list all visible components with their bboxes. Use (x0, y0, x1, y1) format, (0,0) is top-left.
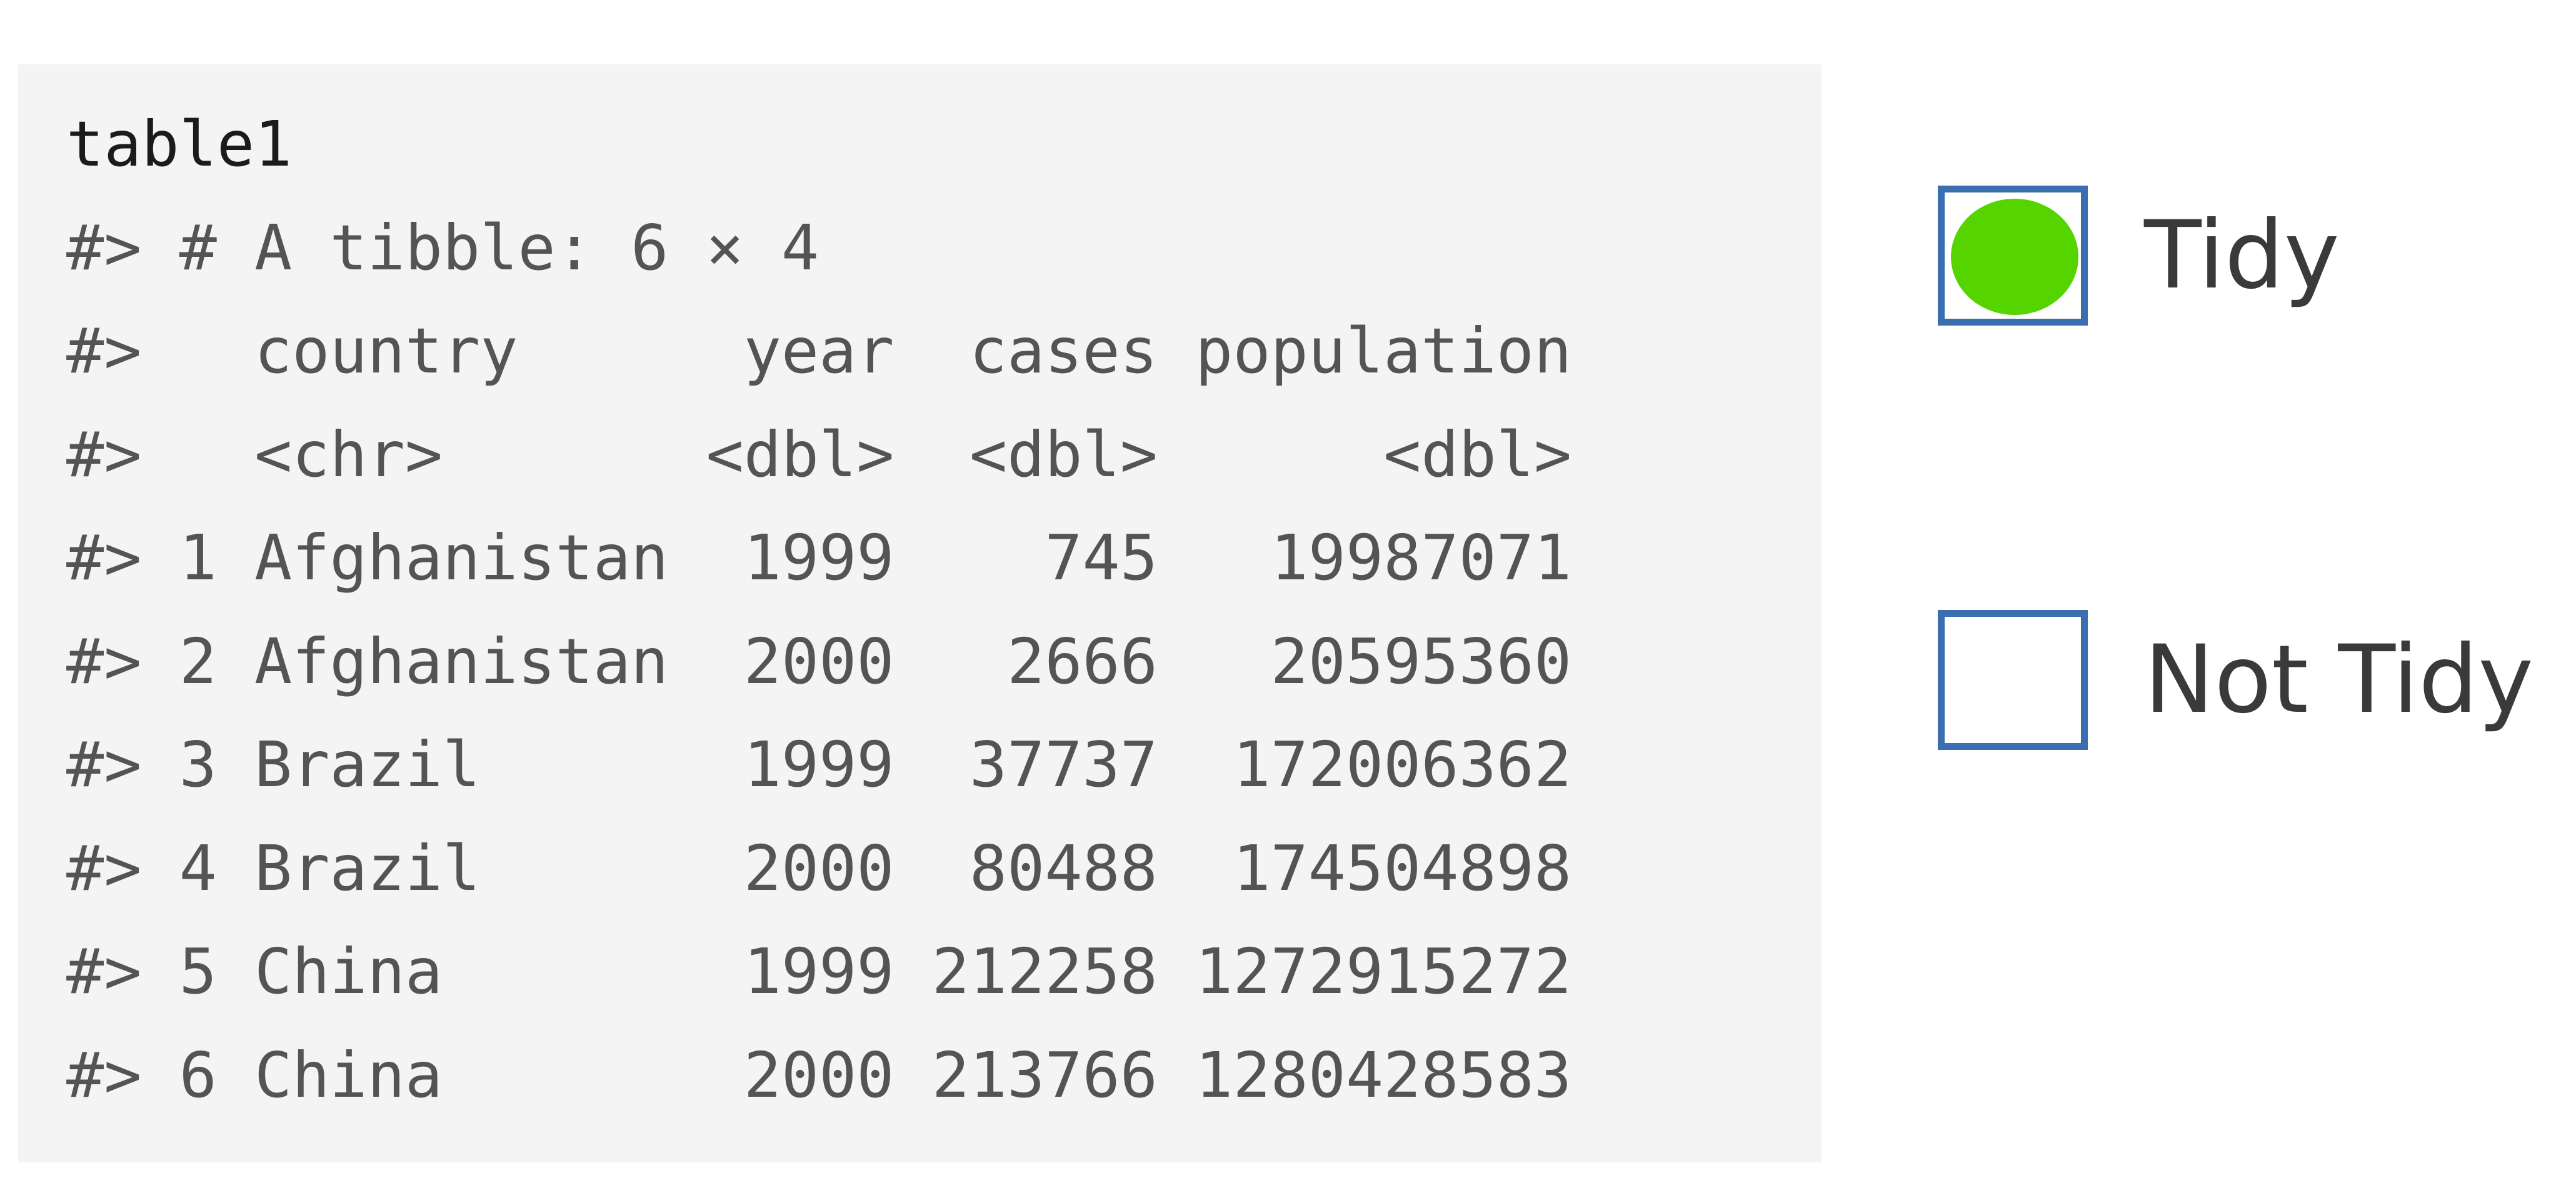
code-output-panel: table1 #> # A tibble: 6 × 4 #> country y… (18, 64, 1822, 1162)
code-line-tibble-header: #> # A tibble: 6 × 4 (66, 211, 819, 284)
tidy-label: Tidy (2144, 201, 2340, 310)
code-line-command: table1 (66, 107, 293, 181)
code-line-column-names: #> country year cases population (66, 314, 1572, 387)
code-line-row: #> 3 Brazil 1999 37737 172006362 (66, 728, 1572, 801)
not-tidy-label: Not Tidy (2144, 626, 2534, 734)
not-tidy-checkbox[interactable] (1938, 610, 2088, 750)
code-line-row: #> 2 Afghanistan 2000 2666 20595360 (66, 624, 1572, 698)
code-line-column-types: #> <chr> <dbl> <dbl> <dbl> (66, 417, 1572, 491)
code-line-row: #> 1 Afghanistan 1999 745 19987071 (66, 521, 1572, 594)
stage: table1 #> # A tibble: 6 × 4 #> country y… (0, 0, 2576, 1203)
code-line-row: #> 6 China 2000 213766 1280428583 (66, 1038, 1572, 1112)
selected-dot-icon (1951, 199, 2078, 315)
tidy-checkbox[interactable] (1938, 186, 2088, 326)
code-line-row: #> 4 Brazil 2000 80488 174504898 (66, 831, 1572, 905)
code-line-row: #> 5 China 1999 212258 1272915272 (66, 935, 1572, 1008)
answer-options: Tidy Not Tidy (1938, 0, 2563, 1203)
